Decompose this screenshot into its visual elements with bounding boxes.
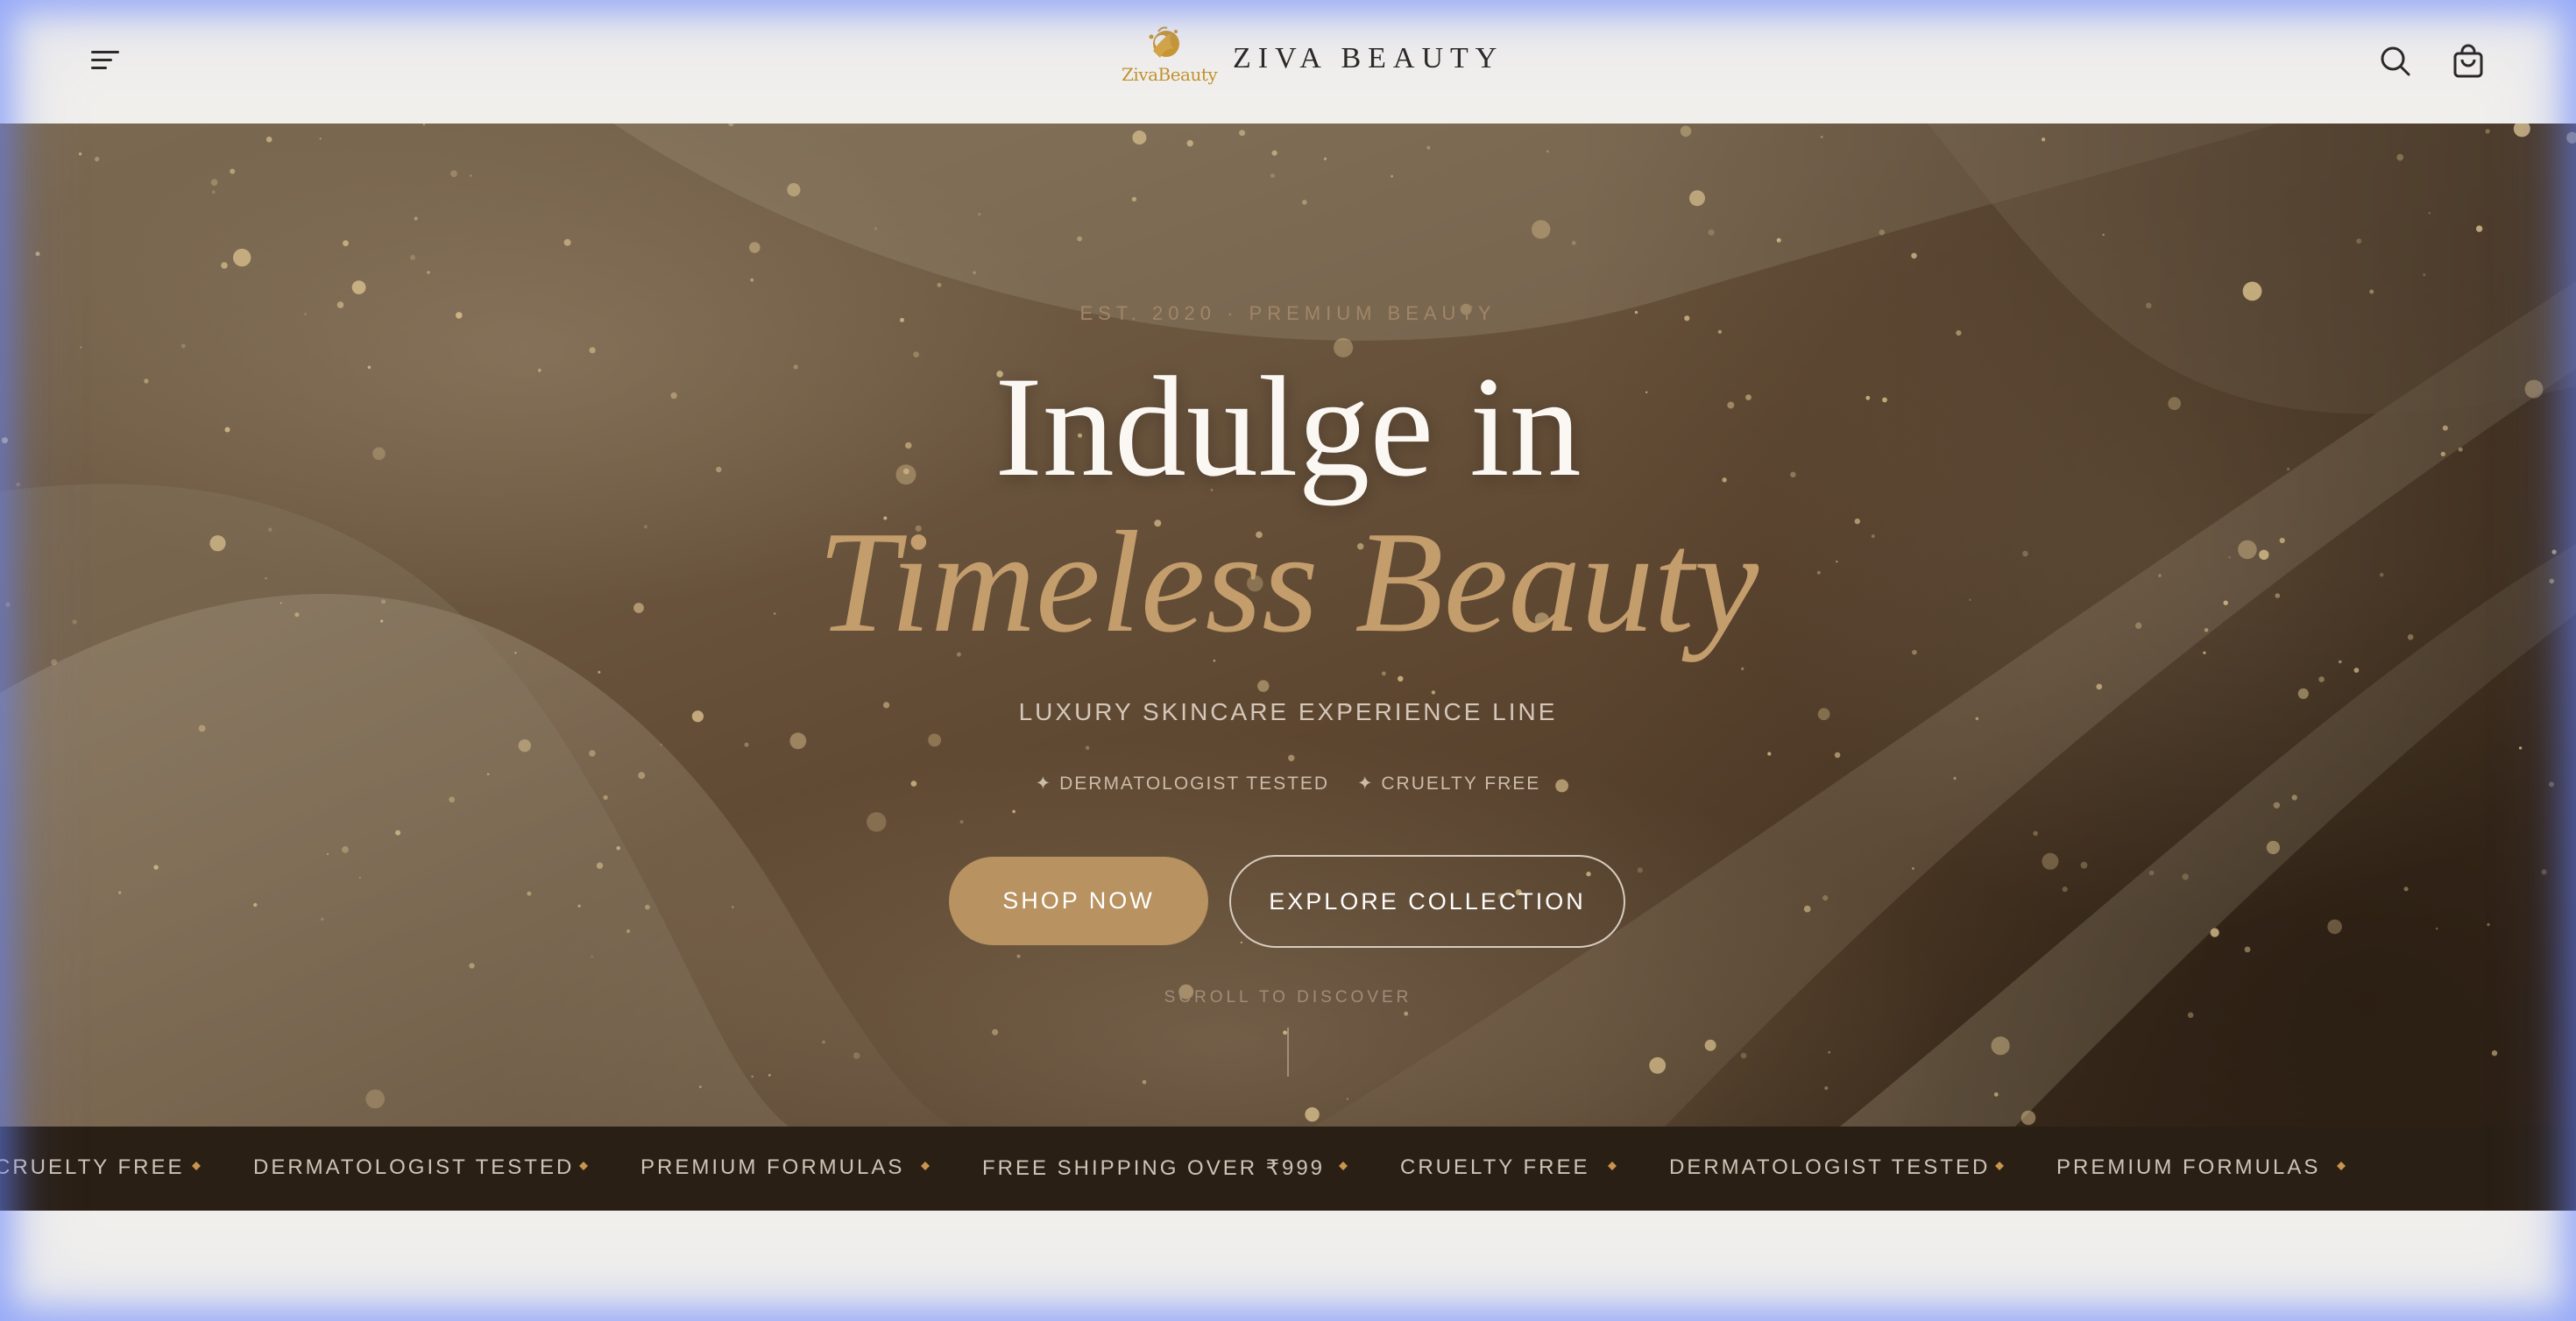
hamburger-menu-icon[interactable] (91, 48, 119, 73)
badge-dermatologist-tested: ✦ DERMATOLOGIST TESTED (1035, 774, 1330, 794)
hero-title-line2: Timeless Beauty (817, 501, 1759, 662)
diamond-separator-icon (1995, 1162, 2004, 1170)
features-marquee: CRUELTY FREE DERMATOLOGIST TESTED PREMIU… (0, 1127, 2576, 1211)
marquee-item: DERMATOLOGIST TESTED (1669, 1155, 1991, 1179)
scroll-hint: SCROLL TO DISCOVER (1164, 988, 1412, 1007)
diamond-separator-icon (2337, 1162, 2346, 1170)
diamond-separator-icon (1608, 1162, 1617, 1170)
diamond-separator-icon (579, 1162, 588, 1170)
marquee-item: DERMATOLOGIST TESTED (253, 1155, 575, 1179)
scroll-indicator-line (1287, 1028, 1289, 1077)
shopping-bag-icon[interactable] (2451, 44, 2486, 79)
marquee-item: FREE SHIPPING OVER ₹999 (982, 1156, 1326, 1180)
badge-cruelty-free: ✦ CRUELTY FREE (1356, 774, 1541, 794)
diamond-separator-icon (192, 1162, 201, 1170)
marquee-item: PREMIUM FORMULAS (640, 1155, 905, 1179)
explore-collection-button[interactable]: EXPLORE COLLECTION (1229, 855, 1625, 948)
shop-now-button[interactable]: SHOP NOW (949, 857, 1208, 945)
search-icon[interactable] (2378, 44, 2413, 79)
diamond-separator-icon (921, 1162, 930, 1170)
logo-wordmark: ZivaBeauty (1122, 64, 1218, 85)
hero-eyebrow: EST. 2020 · PREMIUM BEAUTY (1079, 302, 1497, 324)
hero-section: EST. 2020 · PREMIUM BEAUTY Indulge in Ti… (0, 124, 2576, 1127)
brand-name[interactable]: ZIVA BEAUTY (1233, 42, 1504, 75)
marquee-item: PREMIUM FORMULAS (2056, 1155, 2321, 1179)
marquee-item: CRUELTY FREE (0, 1155, 185, 1179)
hero-badges: ✦ DERMATOLOGIST TESTED ✦ CRUELTY FREE (0, 773, 2576, 795)
hero-subtitle: LUXURY SKINCARE EXPERIENCE LINE (1018, 698, 1558, 725)
marquee-item: CRUELTY FREE (1400, 1155, 1590, 1179)
site-header: ZivaBeauty ZIVA BEAUTY (0, 0, 2576, 124)
diamond-separator-icon (1339, 1162, 1348, 1170)
hero-title-line1: Indulge in (994, 348, 1582, 506)
